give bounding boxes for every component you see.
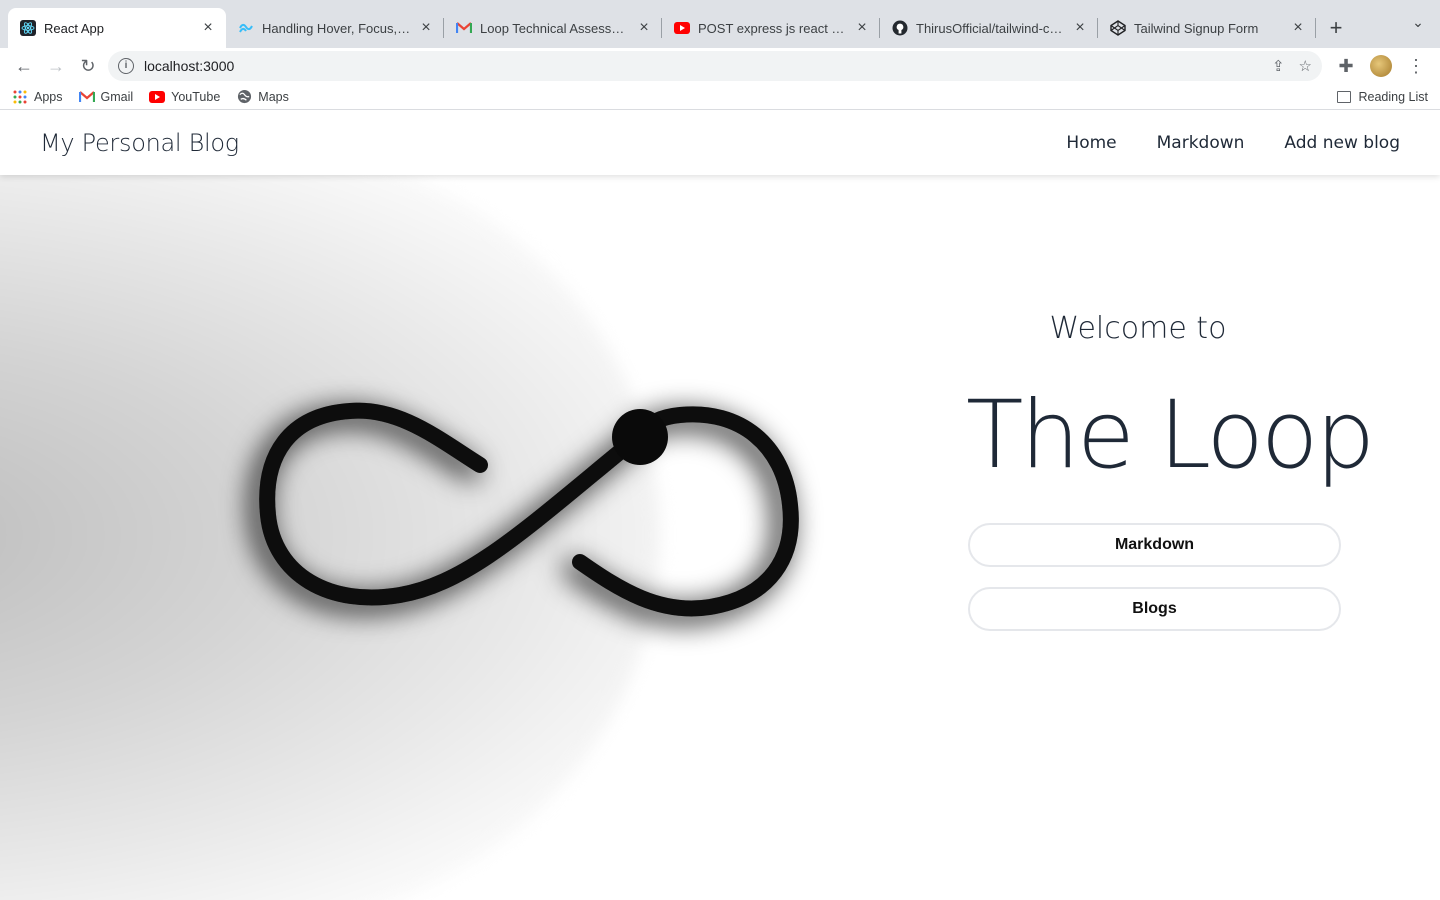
star-icon[interactable]: ☆ (1299, 57, 1312, 75)
forward-button[interactable]: → (40, 50, 72, 82)
back-button[interactable]: ← (8, 50, 40, 82)
apps-grid-icon (12, 89, 28, 105)
tab-github[interactable]: ThirusOfficial/tailwind-css-signup × (880, 8, 1098, 48)
markdown-button[interactable]: Markdown (968, 523, 1341, 567)
web-page: My Personal Blog Home Markdown Add new b… (0, 111, 1440, 900)
url-text[interactable]: localhost:3000 (144, 58, 234, 74)
site-nav: Home Markdown Add new blog (1066, 133, 1400, 153)
hero-section: Welcome to The Loop Markdown Blogs (0, 135, 1440, 900)
bookmark-maps[interactable]: Maps (236, 89, 289, 105)
tab-separator (1315, 18, 1316, 38)
share-icon[interactable]: ⇪ (1272, 57, 1285, 75)
welcome-heading: Welcome to (1049, 311, 1227, 346)
youtube-icon (149, 89, 166, 105)
site-brand[interactable]: My Personal Blog (40, 129, 239, 157)
close-icon[interactable]: × (200, 20, 216, 36)
nav-add-blog-link[interactable]: Add new blog (1284, 133, 1400, 153)
puzzle-icon: ✚ (1338, 55, 1354, 76)
bookmark-label: Gmail (100, 89, 134, 104)
tab-strip: React App × Handling Hover, Focus, and O… (0, 0, 1440, 48)
tab-react-app[interactable]: React App × (8, 8, 226, 48)
bookmark-apps[interactable]: Apps (12, 89, 63, 105)
tab-search-chevron-icon[interactable]: ⌄ (1408, 14, 1428, 34)
maps-icon (236, 89, 252, 105)
bookmark-label: Maps (258, 89, 289, 104)
blogs-button[interactable]: Blogs (968, 587, 1341, 631)
bookmark-label: Apps (34, 89, 63, 104)
arrow-left-icon: ← (15, 55, 33, 76)
github-icon (892, 20, 908, 36)
tailwind-icon (238, 20, 254, 36)
reading-list-button[interactable]: Reading List (1336, 89, 1429, 104)
infinity-loop-logo (259, 402, 799, 617)
close-icon[interactable]: × (854, 20, 870, 36)
hero-title: The Loop (966, 381, 1375, 490)
reload-icon: ↻ (80, 55, 96, 76)
info-icon[interactable]: i (118, 58, 134, 74)
tab-title: POST express js react - YouTube (698, 20, 848, 36)
bookmarks-bar: Apps Gmail YouTube Maps Reading List (0, 84, 1440, 110)
close-icon[interactable]: × (418, 20, 434, 36)
youtube-icon (674, 20, 690, 36)
tab-title: Tailwind Signup Form (1134, 20, 1259, 36)
reload-button[interactable]: ↻ (72, 50, 104, 82)
extensions-button[interactable]: ✚ (1330, 50, 1362, 82)
tab-title: Handling Hover, Focus, and Other States (262, 20, 412, 36)
tab-title: React App (44, 20, 104, 36)
arrow-right-icon: → (47, 55, 65, 76)
plus-icon: + (1329, 15, 1343, 40)
reading-list-icon (1336, 90, 1351, 103)
tab-gmail[interactable]: Loop Technical Assessment × (444, 8, 662, 48)
address-bar[interactable]: i localhost:3000 ⇪ ☆ (108, 51, 1322, 81)
close-icon[interactable]: × (636, 20, 652, 36)
profile-avatar[interactable] (1370, 55, 1392, 77)
browser-toolbar: ← → ↻ i localhost:3000 ⇪ ☆ ✚ ⋮ (0, 48, 1440, 84)
react-icon (20, 20, 36, 36)
tab-youtube[interactable]: POST express js react - YouTube × (662, 8, 880, 48)
more-vertical-icon: ⋮ (1407, 55, 1425, 76)
tab-tailwind-docs[interactable]: Handling Hover, Focus, and Other States … (226, 8, 444, 48)
tab-title: Loop Technical Assessment (480, 20, 630, 36)
tab-title: ThirusOfficial/tailwind-css-signup (916, 20, 1066, 36)
codepen-icon (1110, 20, 1126, 36)
nav-markdown-link[interactable]: Markdown (1157, 133, 1245, 153)
menu-button[interactable]: ⋮ (1400, 50, 1432, 82)
gmail-icon (456, 20, 472, 36)
tab-codepen[interactable]: Tailwind Signup Form × (1098, 8, 1316, 48)
site-header: My Personal Blog Home Markdown Add new b… (0, 111, 1440, 175)
nav-home-link[interactable]: Home (1066, 133, 1116, 153)
reading-list-label: Reading List (1358, 89, 1429, 104)
gmail-icon (78, 89, 95, 105)
bookmark-label: YouTube (171, 89, 221, 104)
close-icon[interactable]: × (1290, 20, 1306, 36)
close-icon[interactable]: × (1072, 20, 1088, 36)
bookmark-gmail[interactable]: Gmail (78, 89, 134, 105)
omnibox-actions: ⇪ ☆ (1272, 57, 1312, 75)
new-tab-button[interactable]: + (1316, 8, 1356, 48)
bookmark-youtube[interactable]: YouTube (149, 89, 220, 105)
